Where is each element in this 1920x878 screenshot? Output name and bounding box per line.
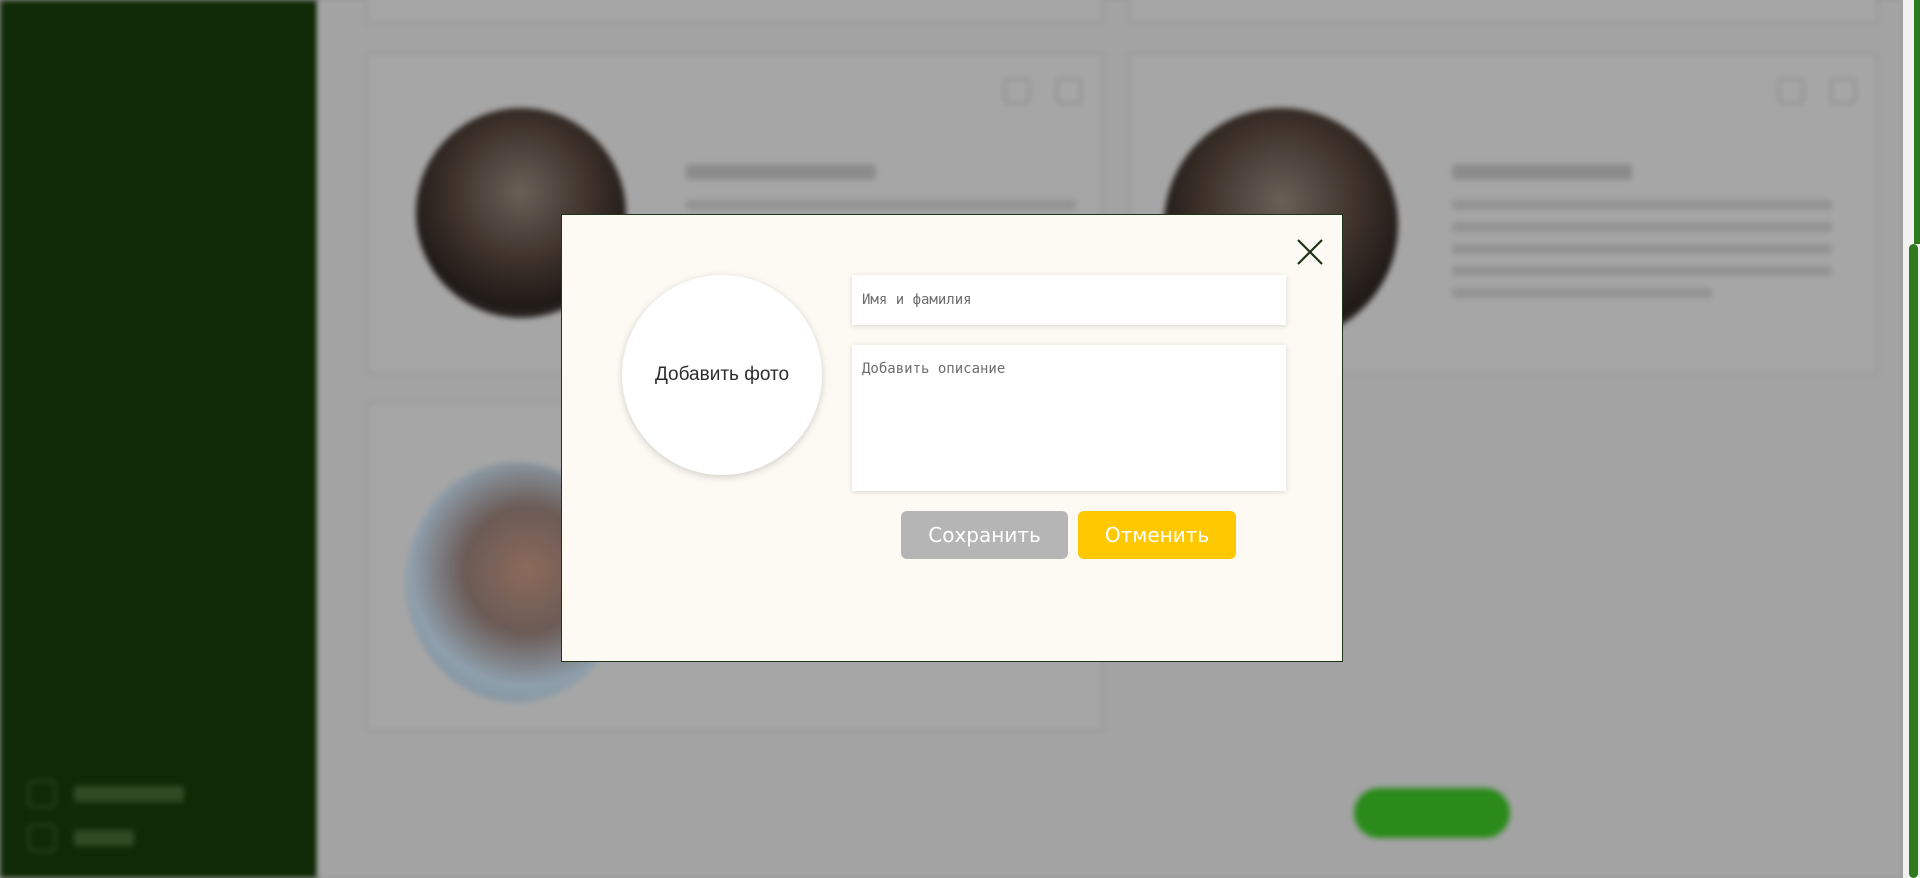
delete-icon[interactable] — [1056, 78, 1082, 104]
card-description — [1452, 266, 1832, 276]
description-field[interactable] — [852, 345, 1286, 491]
sidebar-item[interactable] — [20, 44, 130, 66]
add-person-modal: Добавить фото Сохранить Отменить — [561, 214, 1343, 662]
sidebar-item[interactable] — [20, 2, 150, 24]
person-card — [1128, 0, 1878, 24]
person-card — [366, 0, 1104, 24]
card-name — [1452, 164, 1632, 180]
scrollbar-accent — [1914, 0, 1920, 244]
card-description — [1452, 200, 1832, 210]
sidebar-bottom-label — [74, 830, 134, 846]
sidebar-bottom-item[interactable] — [28, 780, 184, 808]
card-description — [1452, 222, 1832, 232]
card-description — [1452, 288, 1712, 298]
sidebar — [0, 0, 318, 878]
sidebar-item[interactable] — [20, 132, 110, 154]
card-name — [686, 164, 876, 180]
sidebar-item[interactable] — [20, 176, 290, 198]
close-icon — [1297, 239, 1323, 265]
logout-icon — [28, 824, 56, 852]
add-photo-label: Добавить фото — [654, 364, 790, 385]
sidebar-item[interactable] — [20, 220, 120, 242]
card-description — [1452, 244, 1832, 254]
scrollbar-thumb[interactable] — [1909, 244, 1918, 878]
delete-icon[interactable] — [1830, 78, 1856, 104]
close-button[interactable] — [1295, 237, 1325, 267]
settings-icon — [28, 780, 56, 808]
sidebar-item[interactable] — [20, 88, 90, 110]
edit-icon[interactable] — [1004, 78, 1030, 104]
edit-icon[interactable] — [1778, 78, 1804, 104]
cancel-button[interactable]: Отменить — [1078, 511, 1236, 559]
card-description — [686, 200, 1076, 210]
sidebar-bottom-item[interactable] — [28, 824, 134, 852]
sidebar-bottom-label — [74, 786, 184, 802]
add-photo-button[interactable]: Добавить фото — [622, 275, 822, 475]
name-field[interactable] — [852, 275, 1286, 325]
scrollbar[interactable] — [1903, 0, 1920, 878]
save-button[interactable]: Сохранить — [901, 511, 1068, 559]
add-person-button[interactable] — [1354, 788, 1510, 838]
